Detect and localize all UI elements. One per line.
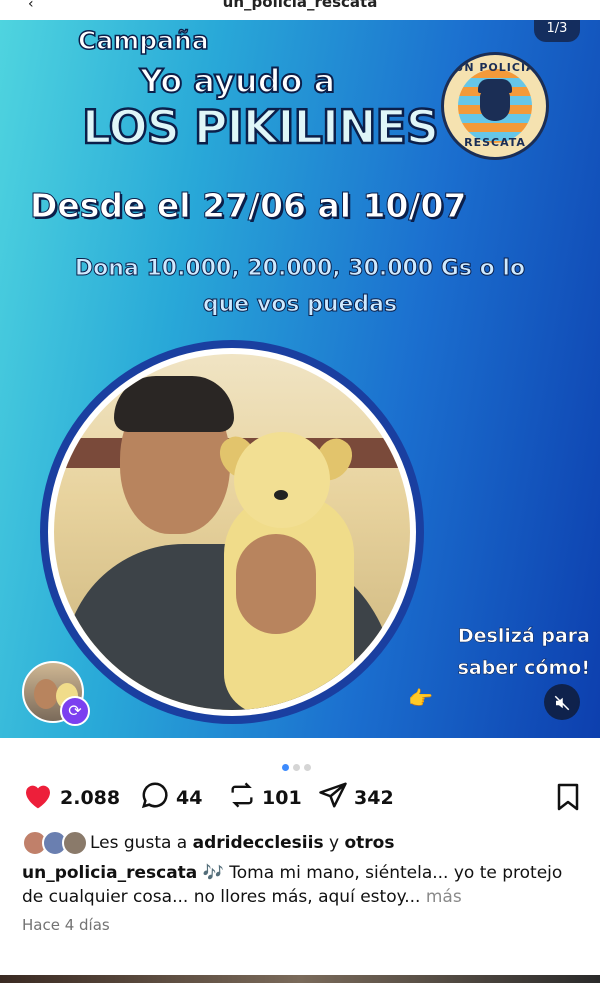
pointing-hand-icon: 👉	[408, 686, 433, 710]
swipe-hint-line-2: saber cómo!	[457, 657, 590, 680]
comment-icon	[140, 780, 170, 817]
logo-text-bottom: RESCATA	[464, 136, 526, 149]
speaker-muted-icon[interactable]	[544, 684, 580, 720]
liked-by-join: y	[323, 833, 345, 853]
top-bar: ‹ un_policia_rescata	[0, 0, 600, 20]
caption-more-link[interactable]: más	[426, 887, 462, 907]
comment-button[interactable]: 44	[140, 781, 202, 815]
repost-badge-icon[interactable]: ⟳	[60, 696, 90, 726]
repost-icon	[228, 780, 256, 817]
liked-by-row[interactable]: Les gusta a adridecclesiis y otros	[22, 830, 394, 856]
post-caption: un_policia_rescata 🎶 Toma mi mano, siént…	[22, 861, 582, 909]
profile-handle[interactable]: un_policia_rescata	[0, 0, 600, 11]
post-timestamp: Hace 4 días	[22, 916, 110, 934]
repost-count: 101	[262, 787, 302, 809]
share-count: 342	[354, 787, 394, 809]
liked-by-user[interactable]: adridecclesiis	[193, 833, 324, 853]
swipe-hint: Deslizá para saber cómo!	[410, 620, 590, 684]
liked-by-prefix: Les gusta a	[90, 833, 193, 853]
bookmark-icon[interactable]	[556, 783, 579, 811]
repost-button[interactable]: 101	[228, 781, 302, 815]
campaign-label: Campaña	[77, 25, 209, 56]
post-actions: 2.088 44 101 342	[22, 781, 582, 815]
comment-count: 44	[176, 787, 203, 809]
donation-line-1: Dona 10.000, 20.000, 30.000 Gs o lo	[74, 256, 526, 282]
carousel-dot	[293, 764, 300, 771]
swipe-hint-line-1: Deslizá para	[457, 625, 591, 648]
logo-text-top: UN POLICIA	[454, 61, 536, 74]
share-button[interactable]: 342	[318, 781, 394, 815]
avatar	[62, 830, 88, 856]
like-count: 2.088	[60, 787, 121, 809]
like-button[interactable]: 2.088	[22, 781, 120, 815]
man-with-puppy-photo	[54, 354, 410, 710]
campaign-dates: Desde el 27/06 al 10/07	[29, 186, 467, 226]
campaign-subtitle: Yo ayudo a	[139, 61, 336, 101]
carousel-dot	[282, 764, 289, 771]
liker-avatars	[22, 830, 90, 856]
carousel-dots	[280, 756, 313, 775]
rescue-logo: UN POLICIA RESCATA	[441, 52, 549, 160]
liked-by-others[interactable]: otros	[344, 833, 394, 853]
donation-line-2: que vos puedas	[202, 292, 398, 318]
campaign-title: LOS PIKILINES	[81, 99, 441, 156]
photo-frame	[40, 340, 424, 724]
send-icon	[318, 780, 348, 817]
carousel-counter: 1/3	[534, 20, 580, 42]
post-image[interactable]: 1/3 Campaña Yo ayudo a LOS PIKILINES UN …	[0, 20, 600, 738]
carousel-dot	[304, 764, 311, 771]
police-figure-icon	[480, 89, 510, 121]
next-post-preview	[0, 975, 600, 983]
heart-icon	[22, 780, 54, 817]
caption-username[interactable]: un_policia_rescata	[22, 863, 197, 883]
